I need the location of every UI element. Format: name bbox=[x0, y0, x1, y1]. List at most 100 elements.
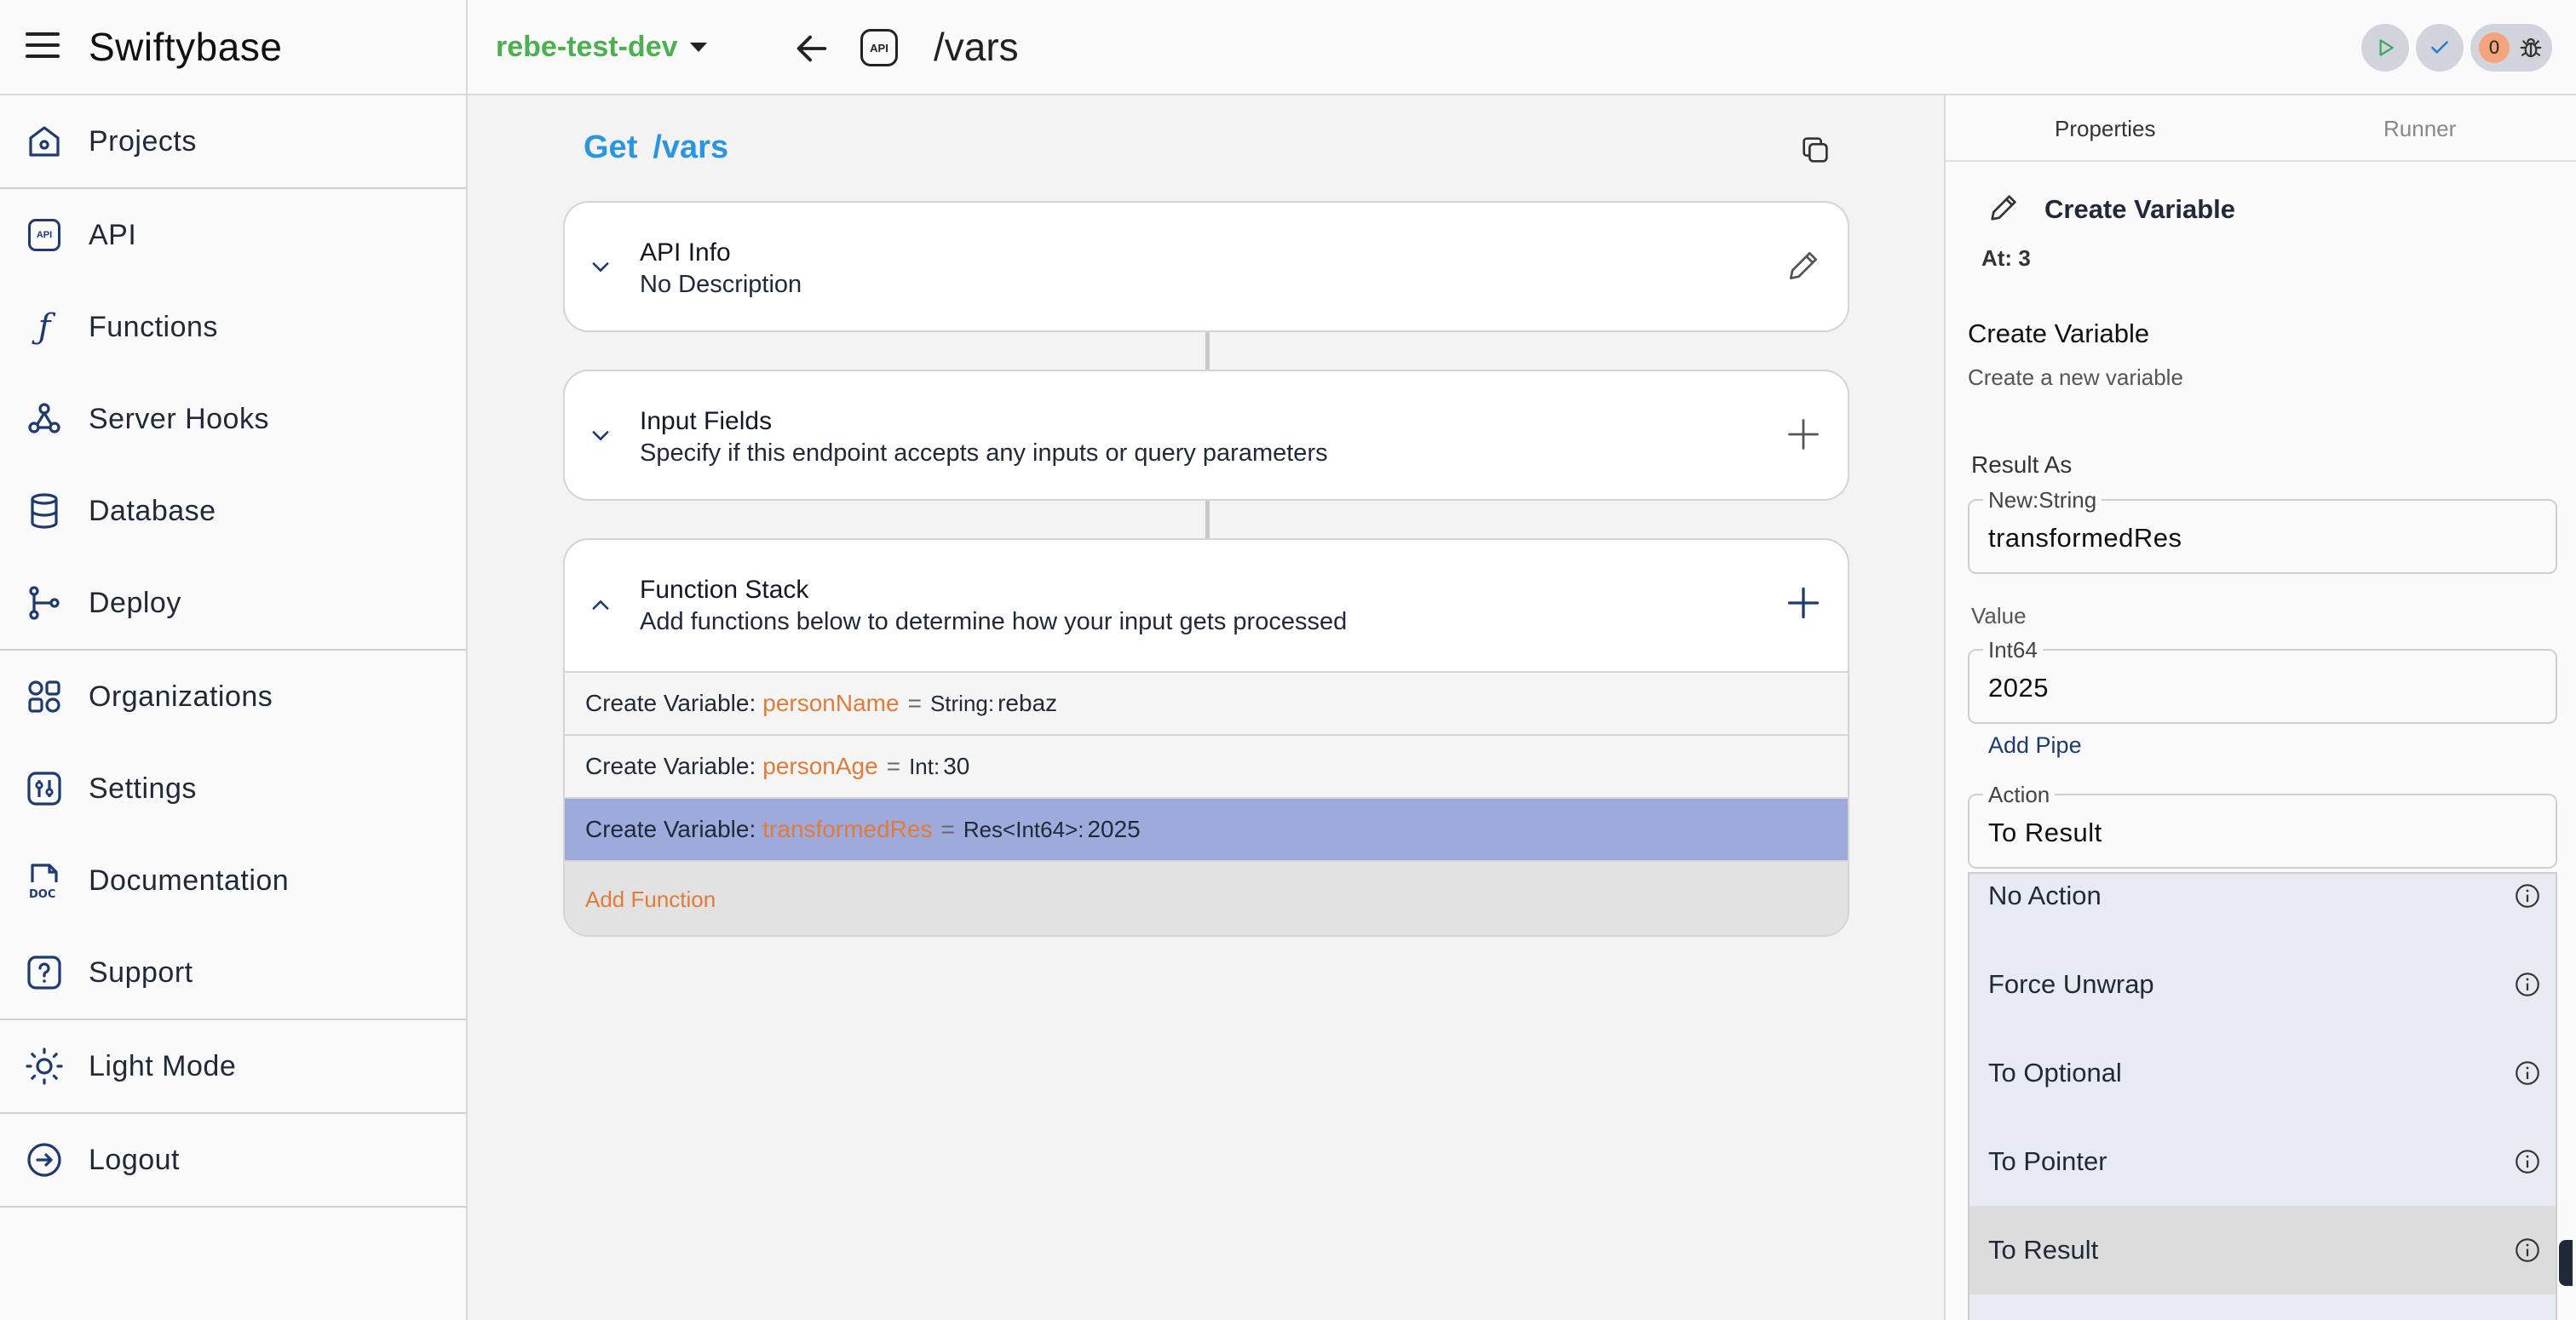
dropdown-option-no-action[interactable]: No Action bbox=[1969, 874, 2556, 940]
flow-connector bbox=[1205, 501, 1210, 538]
endpoint-path: /vars bbox=[653, 129, 729, 165]
action-legend: Action bbox=[1983, 782, 2056, 808]
tab-properties[interactable]: Properties bbox=[2055, 116, 2156, 142]
bug-icon bbox=[2520, 37, 2542, 58]
sidebar-item-database[interactable]: Database bbox=[0, 465, 466, 557]
info-icon[interactable] bbox=[2513, 970, 2542, 999]
api-badge-icon: API bbox=[860, 29, 898, 66]
plus-icon[interactable] bbox=[1785, 416, 1822, 453]
sidebar-item-label: Light Mode bbox=[89, 1049, 237, 1082]
project-name: rebe-test-dev bbox=[496, 31, 678, 63]
copy-icon[interactable] bbox=[1798, 133, 1832, 167]
sidebar-item-label: Logout bbox=[89, 1143, 180, 1176]
side-drawer-handle[interactable] bbox=[2559, 1240, 2573, 1286]
variable-value: rebaz bbox=[998, 690, 1058, 716]
sidebar-item-organizations[interactable]: Organizations bbox=[0, 651, 466, 743]
doc-icon: DOC bbox=[29, 864, 58, 901]
status-group: 0 bbox=[2361, 24, 2552, 72]
menu-icon[interactable] bbox=[26, 32, 60, 61]
equals-sign: = bbox=[940, 816, 955, 842]
variable-name: personName bbox=[762, 690, 900, 716]
result-as-field[interactable]: New:String transformedRes bbox=[1968, 487, 2557, 574]
function-prefix: Create Variable: bbox=[585, 753, 756, 779]
issue-count-badge: 0 bbox=[2479, 32, 2510, 63]
action-select[interactable]: Action To Result bbox=[1968, 782, 2557, 869]
api-icon: API bbox=[24, 215, 65, 255]
sidebar-item-label: Documentation bbox=[89, 864, 290, 897]
properties-panel: Properties Runner Create Variable At: 3 … bbox=[1944, 95, 2576, 1320]
pencil-icon bbox=[1991, 195, 2016, 221]
sidebar-item-projects[interactable]: Projects bbox=[0, 95, 466, 187]
sidebar: Projects API API ƒ Functions Server Hook… bbox=[0, 95, 468, 1320]
sidebar-item-functions[interactable]: ƒ Functions bbox=[0, 281, 466, 373]
sidebar-item-server-hooks[interactable]: Server Hooks bbox=[0, 373, 466, 465]
dropdown-option-to-pointer[interactable]: To Pointer bbox=[1969, 1117, 2556, 1206]
function-row[interactable]: Create Variable: personAge = Int: 30 bbox=[565, 734, 1848, 797]
validate-button[interactable] bbox=[2416, 24, 2464, 72]
option-label: To Optional bbox=[1988, 1058, 2122, 1088]
api-info-description: No Description bbox=[640, 271, 802, 298]
sidebar-item-label: Deploy bbox=[89, 586, 181, 619]
sidebar-item-light-mode[interactable]: Light Mode bbox=[0, 1020, 466, 1112]
option-label: To Pointer bbox=[1988, 1146, 2107, 1176]
sidebar-item-deploy[interactable]: Deploy bbox=[0, 557, 466, 649]
variable-name: transformedRes bbox=[762, 816, 933, 842]
chevron-down-icon[interactable] bbox=[589, 255, 612, 278]
sidebar-item-label: Settings bbox=[89, 772, 197, 805]
play-icon bbox=[2379, 39, 2394, 56]
value-input-value: 2025 bbox=[1988, 673, 2049, 703]
brand-area: Swiftybase bbox=[0, 0, 468, 95]
dropdown-option-to-result[interactable]: To Result bbox=[1969, 1206, 2556, 1294]
project-selector[interactable]: rebe-test-dev bbox=[496, 31, 707, 64]
value-field[interactable]: Int64 2025 bbox=[1968, 637, 2557, 724]
function-stack-card: Function Stack Add functions below to de… bbox=[563, 538, 1849, 937]
svg-text:DOC: DOC bbox=[29, 888, 55, 901]
sidebar-item-label: Projects bbox=[89, 124, 197, 158]
flow-connector bbox=[1205, 332, 1210, 370]
api-info-card: API Info No Description bbox=[563, 201, 1849, 332]
variable-type: String: bbox=[929, 690, 995, 716]
sidebar-item-label: Functions bbox=[89, 310, 218, 343]
tab-runner[interactable]: Runner bbox=[2383, 116, 2456, 142]
info-icon[interactable] bbox=[2513, 1236, 2542, 1265]
back-arrow-icon[interactable] bbox=[792, 29, 831, 68]
brand-name: Swiftybase bbox=[89, 25, 283, 69]
sidebar-item-label: API bbox=[89, 218, 137, 251]
chevron-up-icon[interactable] bbox=[589, 594, 612, 617]
chevron-down-icon[interactable] bbox=[589, 423, 612, 447]
equals-sign: = bbox=[907, 690, 922, 716]
edit-pencil-icon[interactable] bbox=[1785, 247, 1822, 284]
plus-icon[interactable] bbox=[1785, 584, 1822, 622]
section-title: Create Variable bbox=[1968, 319, 2150, 348]
shapes-icon bbox=[28, 680, 60, 713]
section-subtitle: Create a new variable bbox=[1968, 364, 2183, 390]
sidebar-item-support[interactable]: Support bbox=[0, 927, 466, 1019]
sidebar-item-label: Support bbox=[89, 956, 193, 989]
sidebar-item-documentation[interactable]: DOC Documentation bbox=[0, 835, 466, 927]
sidebar-item-settings[interactable]: Settings bbox=[0, 743, 466, 835]
endpoint-method: Get bbox=[584, 129, 638, 165]
info-icon[interactable] bbox=[2513, 881, 2542, 910]
variable-value: 2025 bbox=[1087, 816, 1141, 842]
run-button[interactable] bbox=[2361, 24, 2409, 72]
debug-button[interactable]: 0 bbox=[2470, 24, 2552, 72]
function-icon: ƒ bbox=[37, 307, 51, 347]
add-pipe-button[interactable]: Add Pipe bbox=[1988, 732, 2082, 759]
webhook-icon bbox=[28, 403, 60, 433]
dropdown-option-to-optional[interactable]: To Optional bbox=[1969, 1029, 2556, 1117]
sidebar-item-logout[interactable]: Logout bbox=[0, 1114, 466, 1206]
variable-type: Res<Int64>: bbox=[963, 816, 1084, 842]
add-function-button[interactable]: Add Function bbox=[585, 887, 716, 913]
dropdown-option-force-unwrap[interactable]: Force Unwrap bbox=[1969, 940, 2556, 1029]
function-row-selected[interactable]: Create Variable: transformedRes = Res<In… bbox=[565, 797, 1848, 860]
info-icon[interactable] bbox=[2513, 1059, 2542, 1088]
function-position: At: 3 bbox=[1981, 245, 2031, 271]
sidebar-item-api[interactable]: API API bbox=[0, 189, 466, 281]
variable-name: personAge bbox=[762, 753, 878, 779]
result-as-value: transformedRes bbox=[1988, 523, 2182, 553]
function-row[interactable]: Create Variable: personName = String: re… bbox=[565, 671, 1848, 734]
settings-icon bbox=[27, 772, 61, 806]
home-icon bbox=[29, 126, 60, 157]
info-icon[interactable] bbox=[2513, 1147, 2542, 1176]
add-function-row: Add Function bbox=[565, 860, 1848, 935]
